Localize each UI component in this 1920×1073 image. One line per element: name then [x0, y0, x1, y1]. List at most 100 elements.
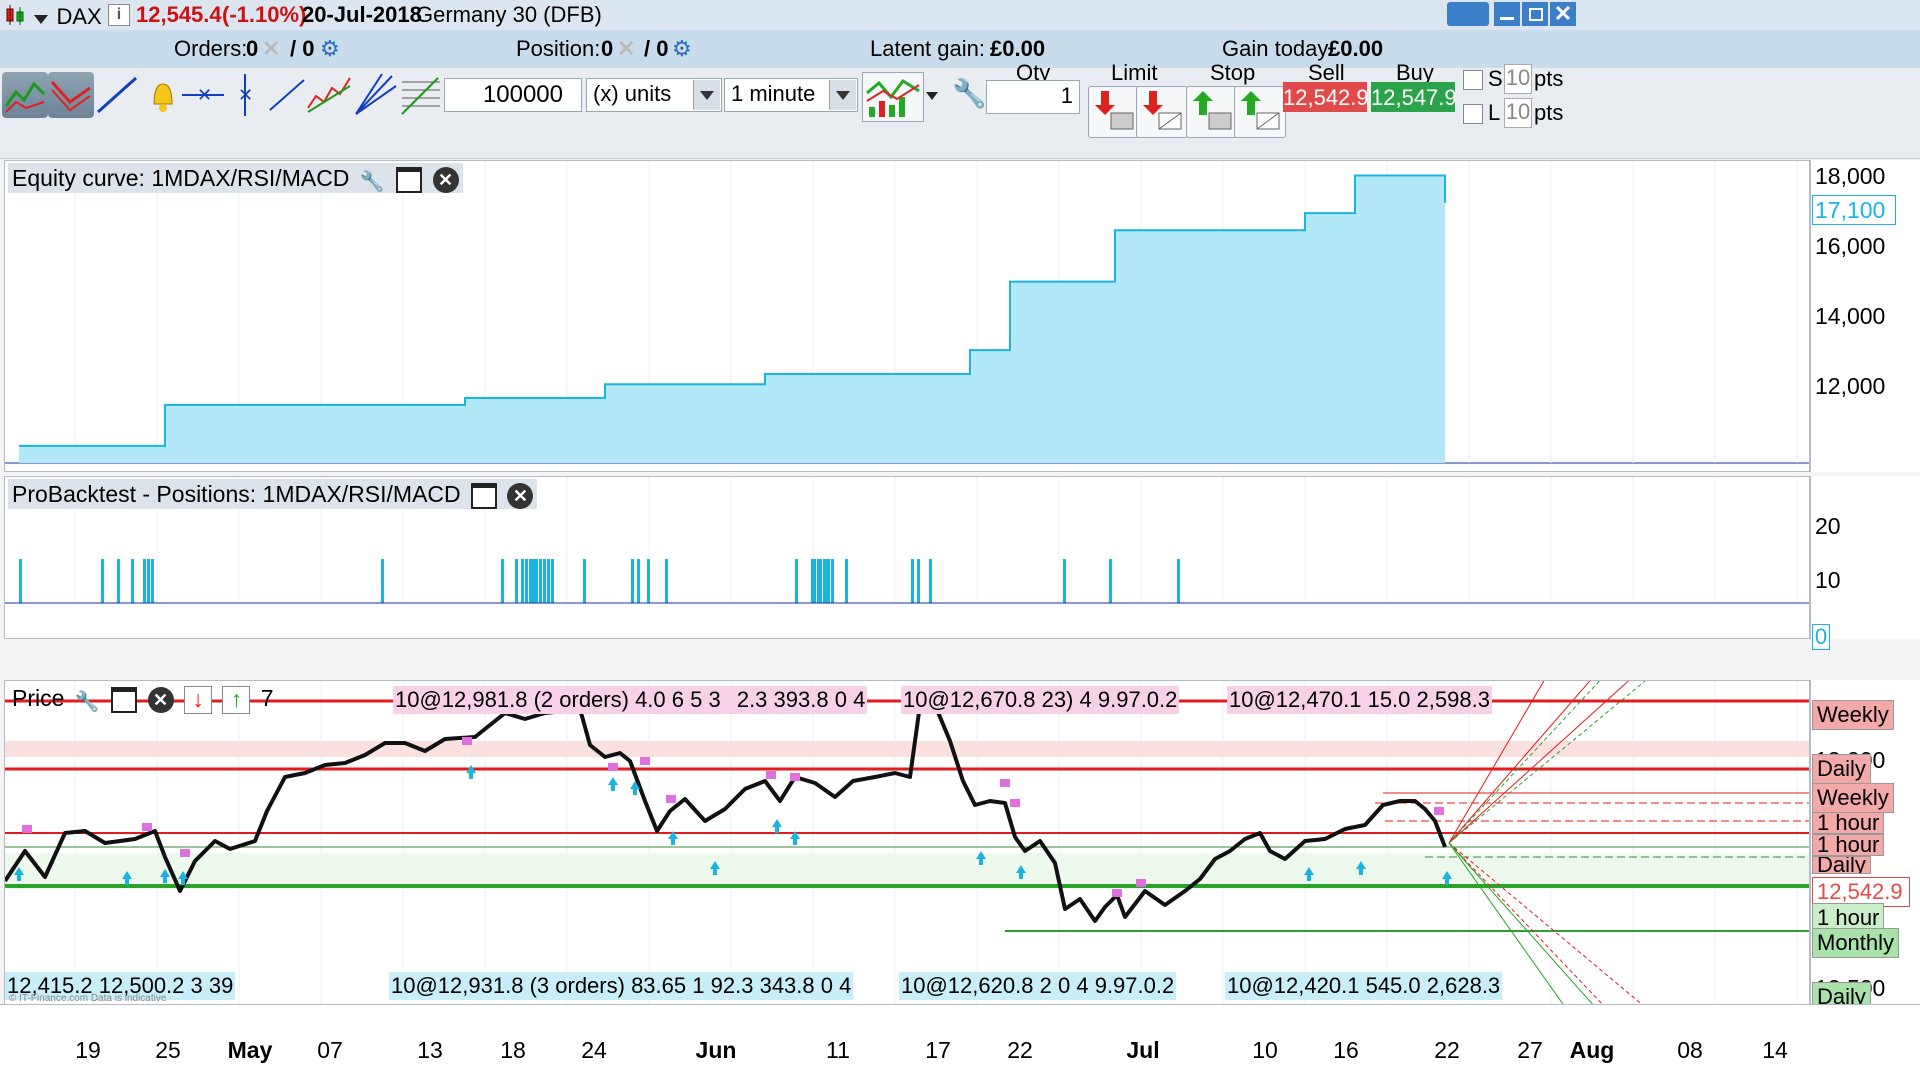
minimize-button[interactable] — [1494, 2, 1520, 26]
wrench-icon[interactable]: 🔧 — [75, 687, 101, 713]
latent-gain-label: Latent gain: — [870, 36, 985, 61]
buy-button[interactable]: 12,547.9 — [1371, 82, 1457, 112]
positions-tick: 20 — [1815, 513, 1841, 539]
long-stop-checkbox[interactable] — [1463, 104, 1483, 124]
timeframe-select[interactable]: 1 minute — [724, 78, 858, 112]
price-panel: Price 🔧 ✕ ↓ ↑ 7 10@12,981.8 (2 orders) 4… — [4, 680, 1810, 1006]
gain-today-label: Gain today: — [1222, 36, 1335, 61]
fan-tool-icon[interactable] — [352, 72, 398, 118]
header-change: (-1.10%) — [222, 2, 307, 27]
trade-text: 2 — [1039, 973, 1052, 998]
ray-tool-icon[interactable] — [264, 72, 310, 118]
qty-input[interactable]: 1 — [986, 80, 1080, 114]
trade-text: 39 — [208, 973, 234, 998]
svg-text:✕: ✕ — [238, 85, 253, 105]
trade-text: 3 — [190, 973, 203, 998]
position-bar — [637, 559, 640, 603]
trendline-tool-icon[interactable] — [94, 72, 140, 118]
stop-buy-button[interactable] — [1186, 86, 1238, 138]
buy-arrow-icon[interactable]: ↑ — [222, 685, 251, 714]
trade-text: 4 — [839, 973, 852, 998]
position-bar — [831, 559, 834, 603]
chevron-down-icon — [829, 80, 856, 110]
close-icon[interactable]: ✕ — [432, 166, 459, 193]
close-position-icon[interactable]: ✕ — [617, 38, 637, 60]
horizontal-line-tool-icon[interactable]: ✕ — [180, 72, 226, 118]
date-tick: 16 — [1333, 1037, 1359, 1063]
info-icon[interactable]: i — [108, 4, 130, 26]
equity-tick: 14,000 — [1815, 303, 1886, 329]
units-input[interactable]: 100000 — [444, 78, 582, 112]
window-icon[interactable] — [471, 482, 498, 509]
trade-text: 10@12,931.8 — [391, 973, 524, 998]
wrench-icon[interactable]: 🔧 — [360, 167, 386, 193]
short-stop-label: S — [1488, 66, 1503, 91]
header-price: 12,545.4 — [136, 2, 222, 27]
restore-button[interactable] — [1522, 2, 1548, 26]
window-icon[interactable] — [396, 166, 423, 193]
position-slash: / 0 — [644, 36, 669, 61]
equity-curve-panel: Equity curve: 1MDAX/RSI/MACD 🔧 ✕ — [4, 160, 1810, 472]
close-icon[interactable]: ✕ — [147, 686, 174, 713]
position-bar — [117, 559, 120, 603]
symbol-dropdown[interactable]: DAX — [34, 4, 102, 30]
gain-today-value: £0.00 — [1328, 36, 1384, 61]
equity-current-value: 17,100 — [1812, 195, 1896, 225]
gear-icon[interactable]: ⚙ — [672, 36, 696, 61]
position-value: 0 — [601, 36, 614, 61]
keyboard-icon[interactable] — [1447, 2, 1489, 26]
limit-buy-button[interactable] — [1088, 86, 1140, 138]
date-tick: 22 — [1434, 1037, 1460, 1063]
header-date: 20-Jul-2018 — [302, 2, 422, 27]
cancel-orders-icon[interactable]: ✕ — [262, 38, 282, 60]
short-stop-points-input[interactable]: 10 — [1504, 64, 1532, 94]
candlestick-icon — [4, 4, 26, 26]
trade-text: 23) — [1041, 687, 1074, 712]
limit-sell-button[interactable] — [1136, 86, 1188, 138]
positions-axis — [1810, 476, 1920, 639]
level-label-1-hour: 1 hour — [1812, 812, 1885, 834]
order-settings-wrench-icon[interactable]: 🔧 — [952, 78, 987, 110]
date-tick: Jun — [695, 1037, 737, 1063]
stop-sell-button[interactable] — [1234, 86, 1286, 138]
indicators-button[interactable] — [862, 72, 924, 122]
equity-panel-title: Equity curve: 1MDAX/RSI/MACD — [12, 165, 350, 191]
position-bar — [665, 559, 668, 603]
equity-tick: 12,000 — [1815, 373, 1886, 399]
window-icon[interactable] — [111, 686, 138, 713]
status-bar: Orders: 0 ✕ / 0 ⚙ Position: 0 ✕ / 0 ⚙ La… — [0, 30, 1920, 69]
instrument-name: Germany 30 (DFB) — [416, 2, 602, 27]
date-tick: 13 — [417, 1037, 443, 1063]
date-tick: 11 — [826, 1037, 850, 1063]
indicators-icon — [866, 78, 920, 117]
trend-channel-tool-icon[interactable] — [48, 72, 94, 118]
sell-button[interactable]: 12,542.9 — [1283, 82, 1369, 112]
zigzag-tool-icon[interactable] — [306, 72, 352, 118]
close-icon[interactable]: ✕ — [507, 482, 534, 509]
line-chart-tool-icon[interactable] — [2, 72, 48, 118]
sell-marker-icon — [1000, 779, 1010, 787]
trade-text: 2.3 — [736, 687, 768, 712]
units-type-select[interactable]: (x) units — [586, 78, 722, 112]
short-stop-checkbox[interactable] — [1463, 70, 1483, 90]
level-label-weekly: Weekly — [1812, 783, 1894, 813]
position-bar — [1109, 559, 1112, 603]
long-stop-points-input[interactable]: 10 — [1504, 98, 1532, 128]
close-button[interactable]: ✕ — [1550, 2, 1576, 26]
chevron-down-icon[interactable] — [926, 92, 938, 100]
positions-panel: ProBacktest - Positions: 1MDAX/RSI/MACD … — [4, 476, 1810, 639]
sell-arrow-icon[interactable]: ↓ — [183, 685, 212, 714]
position-bar — [813, 559, 816, 603]
trade-text: 10@12,981.8 — [395, 687, 528, 712]
trade-label: 10@12,670.8 23) 4 9.97.0.2 — [901, 686, 1180, 714]
date-tick: 07 — [317, 1037, 343, 1063]
gear-icon[interactable]: ⚙ — [320, 36, 344, 61]
date-tick: 19 — [75, 1037, 101, 1063]
position-bar — [539, 559, 542, 603]
trade-text: 0 — [820, 973, 834, 998]
position-bar — [583, 559, 586, 603]
vertical-line-tool-icon[interactable]: ✕ — [222, 72, 268, 118]
fibonacci-tool-icon[interactable] — [398, 72, 444, 118]
positions-current-value: 0 — [1812, 624, 1830, 650]
sell-marker-icon — [766, 771, 776, 779]
